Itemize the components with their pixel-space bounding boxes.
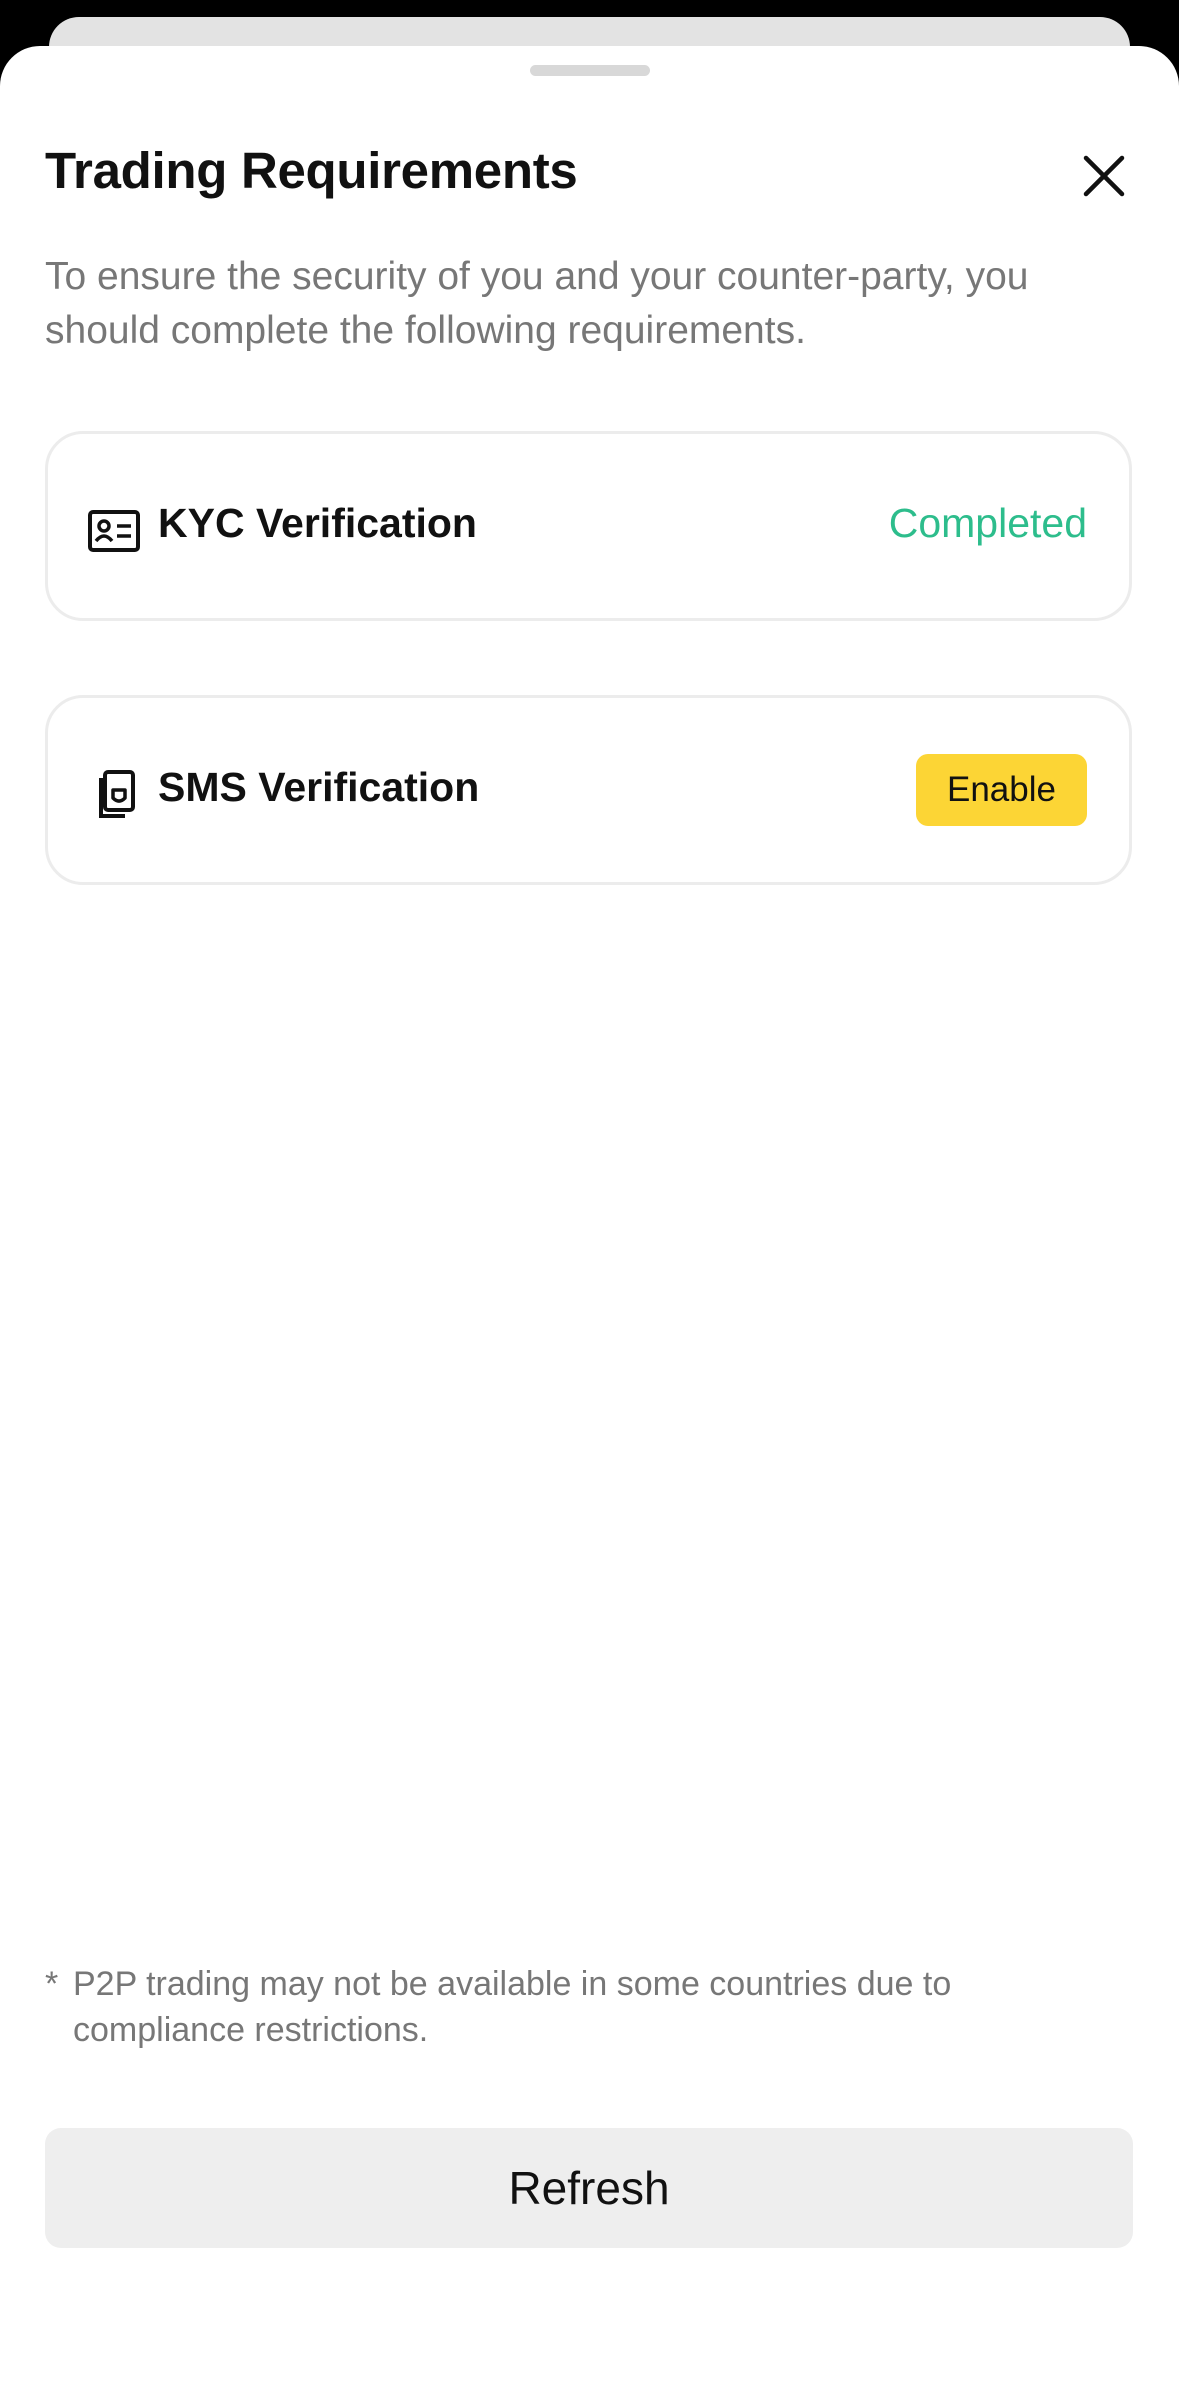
close-button[interactable] bbox=[1080, 152, 1128, 200]
kyc-verification-label: KYC Verification bbox=[158, 500, 477, 546]
footnote-marker: * bbox=[45, 1965, 59, 2003]
refresh-button[interactable]: Refresh bbox=[45, 2128, 1133, 2248]
sheet-grabber[interactable] bbox=[530, 65, 650, 76]
sheet-title: Trading Requirements bbox=[45, 142, 578, 199]
footnote-text: P2P trading may not be available in some… bbox=[73, 1965, 952, 2049]
id-card-icon bbox=[87, 504, 141, 558]
sheet-subtitle: To ensure the security of you and your c… bbox=[45, 255, 1029, 352]
enable-sms-button[interactable]: Enable bbox=[916, 754, 1087, 826]
kyc-verification-card: KYC Verification Completed bbox=[45, 431, 1132, 621]
sms-verification-card: SMS Verification Enable bbox=[45, 695, 1132, 885]
close-icon bbox=[1083, 155, 1125, 197]
kyc-status-completed: Completed bbox=[888, 500, 1087, 546]
phone-shield-icon bbox=[87, 768, 141, 822]
sms-verification-label: SMS Verification bbox=[158, 764, 480, 810]
trading-requirements-sheet: Trading Requirements To ensure the secur… bbox=[0, 46, 1179, 2396]
